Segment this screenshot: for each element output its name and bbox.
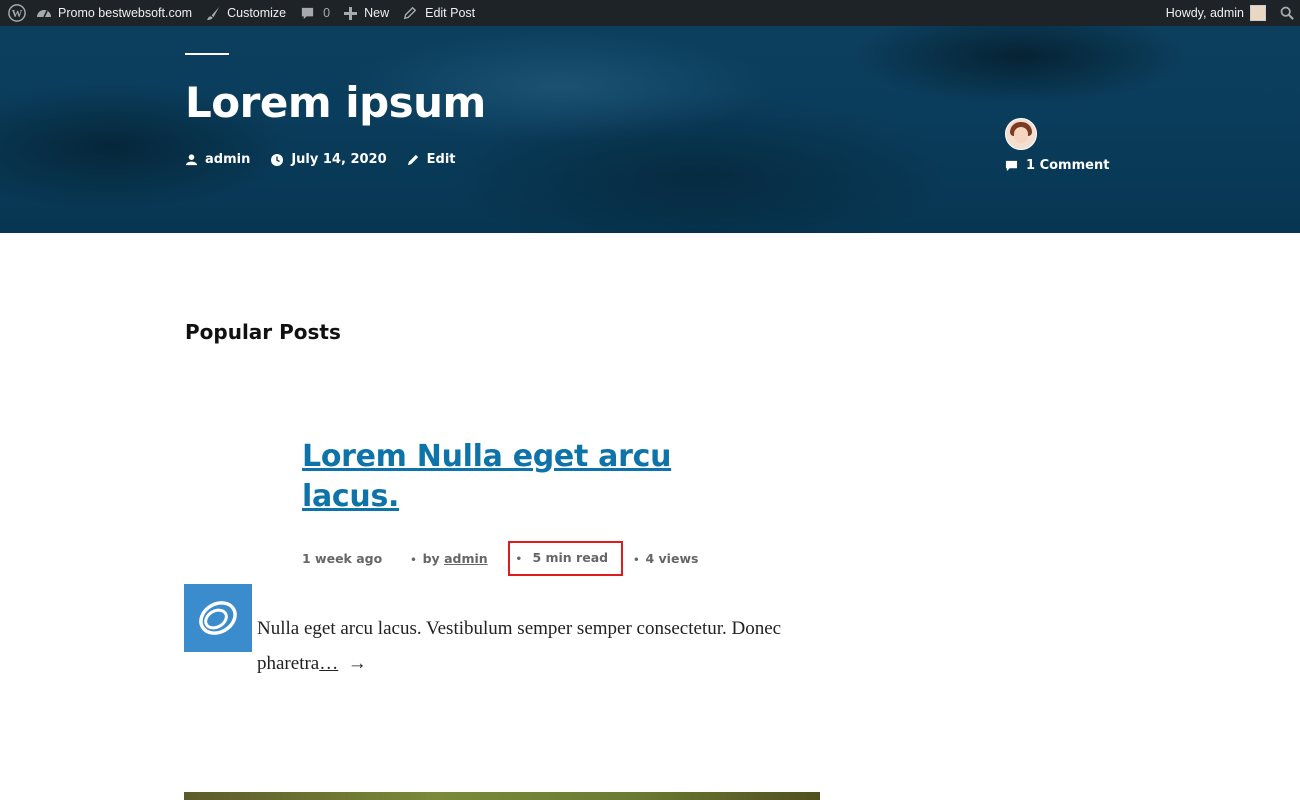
pencil-icon [403,6,417,20]
paintbrush-icon [207,6,220,20]
customize-link[interactable]: Customize [206,0,300,26]
edit-post-link[interactable]: Edit Post [403,0,475,26]
popular-post-meta: 1 week ago • by admin • 5 min read • 4 vie… [302,541,698,576]
clock-icon [271,153,284,166]
edit-post-label: Edit Post [425,6,476,20]
user-icon [185,154,198,166]
customize-label: Customize [227,6,287,20]
comments-count-label: 1 Comment [1026,158,1110,173]
post-views: • 4 views [633,551,699,566]
edit-link[interactable]: Edit [407,152,456,167]
new-content-link[interactable]: New [344,0,403,26]
comments-link[interactable]: 0 [300,0,344,26]
my-account-link[interactable]: Howdy, admin [1166,0,1280,26]
comments-count: 0 [323,6,331,20]
pencil-icon [407,154,418,166]
post-header: Lorem ipsum admin July 14, 2020 Edit 1 C… [0,26,1300,233]
admin-bar: W Promo bestwebsoft.com Customize 0 New … [0,0,1300,26]
arrow-right-icon[interactable]: → [348,653,367,674]
author-comments-block: 1 Comment [1005,118,1109,173]
search-icon [1280,6,1294,20]
admin-avatar [1250,5,1266,21]
author-link[interactable]: admin [185,152,250,167]
date-link[interactable]: July 14, 2020 [270,152,387,167]
post-excerpt: Nulla eget arcu lacus. Vestibulum semper… [257,611,817,681]
post-author-link[interactable]: admin [444,551,488,566]
post-title-link[interactable]: Lorem Nulla eget arcu lacus. [302,437,682,517]
svg-text:W: W [12,8,23,20]
read-time: 5 min read [532,550,609,565]
by-label: by [422,551,440,566]
post-thumbnail[interactable] [184,584,252,652]
post-meta: admin July 14, 2020 Edit [185,152,476,167]
popular-posts-heading: Popular Posts [185,320,341,344]
site-name-label: Promo bestwebsoft.com [58,6,193,20]
plus-icon [344,6,358,20]
site-logo-icon [199,601,237,635]
wordpress-logo-icon[interactable]: W [0,0,36,26]
next-post-image[interactable] [184,792,820,800]
post-byline: • by admin [410,551,488,566]
read-time-highlight: • 5 min read [507,541,624,576]
post-date: July 14, 2020 [291,152,387,167]
author-avatar [1005,118,1037,150]
comments-link[interactable]: 1 Comment [1005,158,1109,173]
views-count: 4 views [645,551,699,566]
title-divider [185,53,229,55]
new-label: New [364,6,390,20]
edit-label: Edit [426,152,456,167]
site-name-link[interactable]: Promo bestwebsoft.com [36,0,206,26]
post-time-ago: 1 week ago [302,551,383,566]
search-button[interactable] [1280,0,1300,26]
comment-icon [1005,160,1018,171]
comment-bubble-icon [302,7,314,19]
author-name: admin [205,152,251,167]
read-more-link[interactable]: … [319,653,338,674]
dashboard-icon [37,10,51,18]
page-title: Lorem ipsum [185,78,486,127]
howdy-label: Howdy, admin [1165,6,1244,20]
